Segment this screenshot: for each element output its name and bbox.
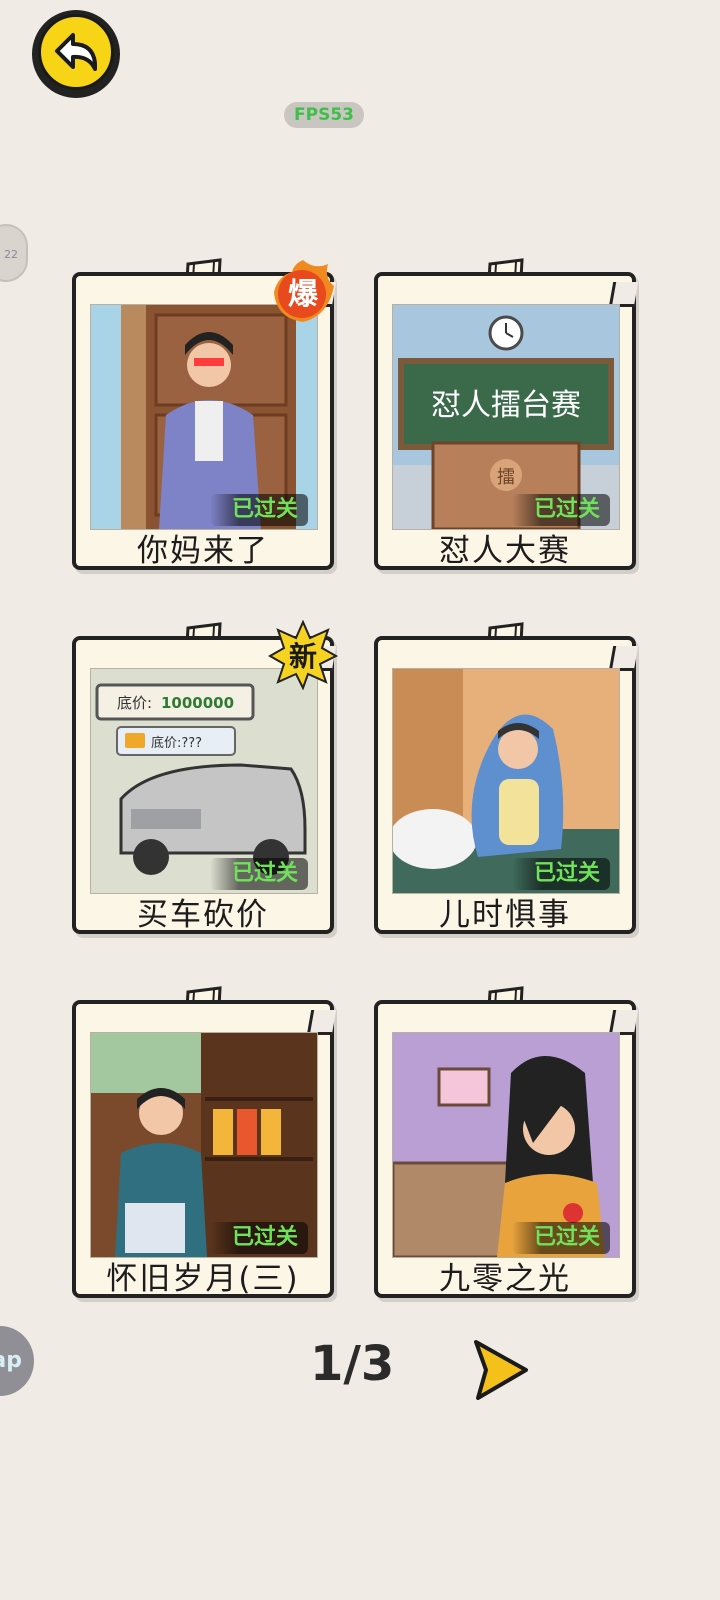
level-title: 儿时惧事 [439,897,571,933]
floating-edge-bubble[interactable]: 22 [0,224,28,282]
level-card-6[interactable]: 已过关 九零之光 [374,986,639,1298]
level-title: 买车砍价 [137,897,269,933]
next-arrow-icon [474,1340,528,1400]
price-value: 1000000 [161,694,234,712]
passed-label: 已过关 [511,1222,610,1254]
passed-label: 已过关 [209,494,308,526]
level-card-1[interactable]: 已过关 爆 你妈来了 [72,258,337,570]
page-indicator: 1/3 [310,1336,395,1392]
level-card-3[interactable]: 底价: 1000000 底价:??? 已过关 新 买车砍价 [72,620,338,934]
passed-label: 已过关 [209,858,308,890]
hot-badge: 爆 [268,256,338,326]
back-button[interactable] [32,10,120,98]
level-card-2[interactable]: 怼人擂台赛 擂 已过关 怼人大赛 [374,258,639,570]
passed-label: 已过关 [511,858,610,890]
fps-counter: FPS53 [284,102,364,128]
level-title: 怀旧岁月(三) [106,1261,300,1297]
level-card-5[interactable]: 已过关 怀旧岁月(三) [72,986,337,1298]
new-badge-text: 新 [288,640,317,673]
passed-label: 已过关 [209,1222,308,1254]
hidden-price: 底价:??? [151,735,202,751]
next-page-button[interactable] [468,1336,532,1400]
hot-badge-text: 爆 [288,277,318,312]
chalkboard-text: 怼人擂台赛 [431,388,581,423]
new-badge: 新 [268,620,338,690]
level-card-4[interactable]: 已过关 儿时惧事 [374,622,639,934]
level-title: 你妈来了 [137,533,269,569]
level-title: 怼人大赛 [439,533,571,569]
passed-label: 已过关 [511,494,610,526]
podium-emblem: 擂 [497,467,515,488]
level-title: 九零之光 [439,1261,571,1297]
back-arrow-icon [55,33,97,71]
floating-assist-button[interactable]: ap [0,1326,34,1396]
price-label: 底价: [117,694,152,712]
